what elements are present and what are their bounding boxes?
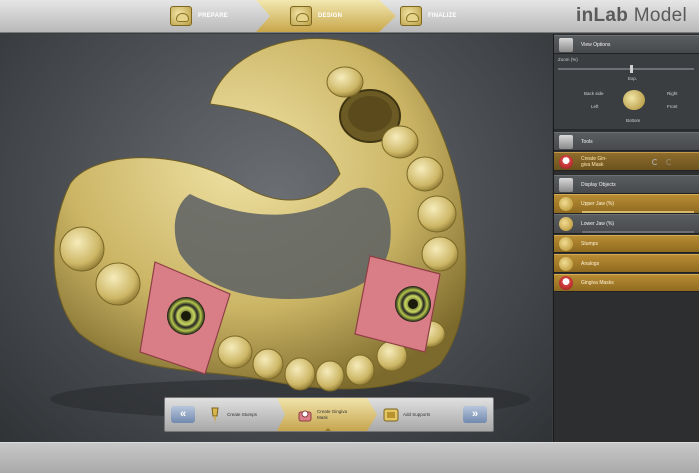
- tool-create-gingiva-label: Create Gin- giva Mask: [581, 155, 607, 168]
- brand-suffix: Model: [628, 5, 687, 26]
- view-orientation-icon[interactable]: [623, 90, 645, 110]
- phase-prepare-label: PREPARE: [198, 12, 228, 19]
- step-create-stumps-label: Create Stumps: [227, 412, 258, 417]
- gingiva-mask-step-icon: [298, 410, 312, 421]
- stumps-row[interactable]: Stumps: [554, 235, 699, 253]
- prev-step-button[interactable]: «: [171, 406, 195, 423]
- step-add-supports[interactable]: Add Supports: [383, 398, 430, 431]
- phase-design[interactable]: DESIGN: [270, 0, 390, 31]
- status-strip: [0, 442, 699, 473]
- view-bottom[interactable]: Bottom: [626, 118, 640, 123]
- zoom-value: Exp.: [628, 76, 638, 81]
- phase-prepare[interactable]: PREPARE: [170, 0, 228, 31]
- gingiva-mask-icon: [559, 154, 573, 169]
- undo-icon[interactable]: [652, 159, 658, 165]
- next-step-button[interactable]: »: [463, 406, 487, 423]
- active-step-caret: [325, 428, 331, 431]
- analogs-label: Analogs: [581, 260, 600, 267]
- step-create-gingiva-label: Create Gingiva Mask: [317, 408, 348, 420]
- view-options-label: View Options: [581, 41, 611, 48]
- tools-label: Tools: [581, 138, 593, 145]
- gingiva-masks-label: Gingiva Masks: [581, 280, 614, 286]
- stump-icon: [211, 407, 219, 423]
- gingiva-masks-row[interactable]: Gingiva Masks: [554, 274, 699, 292]
- step-add-supports-label: Add Supports: [403, 412, 431, 417]
- prepare-icon: [170, 5, 192, 26]
- zoom-slider[interactable]: [558, 65, 694, 73]
- tools-header[interactable]: Tools: [554, 132, 699, 151]
- zoom-label: Zoom (%): [558, 57, 578, 62]
- tool-create-gingiva-mask[interactable]: Create Gin- giva Mask: [554, 152, 699, 171]
- upper-jaw-label: Upper Jaw (%): [581, 201, 615, 207]
- design-icon: [290, 5, 312, 26]
- upper-jaw-slider[interactable]: [582, 211, 694, 213]
- upper-jaw-row[interactable]: Upper Jaw (%): [554, 194, 699, 214]
- phase-finalize[interactable]: FINALIZE: [400, 0, 457, 31]
- lower-jaw-icon: [559, 217, 573, 231]
- view-left[interactable]: Left: [591, 104, 599, 109]
- cube-icon: [559, 37, 573, 52]
- brand-prefix: inLab: [576, 5, 629, 26]
- supports-icon: [383, 408, 399, 421]
- step-create-stumps[interactable]: Create Stumps: [207, 398, 257, 431]
- lower-jaw-label: Lower Jaw (%): [581, 221, 615, 227]
- step-toolbar: « Create Stumps Create Gingiva Mask Add …: [164, 397, 494, 432]
- analogs-icon: [559, 256, 573, 271]
- phase-toolbar: PREPARE DESIGN FINALIZE inLab Model: [0, 0, 699, 33]
- phase-finalize-label: FINALIZE: [428, 12, 457, 19]
- view-front[interactable]: Front: [667, 104, 678, 109]
- wrench-icon: [559, 134, 573, 149]
- analogs-row[interactable]: Analogs: [554, 254, 699, 273]
- side-panel: View Options Zoom (%) Exp. Back side Rig…: [553, 34, 699, 442]
- display-objects-header[interactable]: Display Objects: [554, 175, 699, 194]
- display-objects-label: Display Objects: [581, 181, 616, 188]
- display-objects-icon: [559, 177, 573, 192]
- upper-jaw-icon: [559, 197, 573, 211]
- lower-jaw-slider[interactable]: [582, 231, 694, 233]
- lower-jaw-row[interactable]: Lower Jaw (%): [554, 214, 699, 234]
- phase-design-label: DESIGN: [318, 12, 343, 19]
- jaw-model[interactable]: [0, 34, 552, 442]
- gingiva-mask-right[interactable]: [354, 255, 441, 353]
- brand-logo: inLab Model: [576, 5, 687, 27]
- view-options-header[interactable]: View Options: [554, 35, 699, 54]
- stumps-label: Stumps: [581, 241, 598, 247]
- zoom-slider-thumb[interactable]: [630, 65, 633, 73]
- stumps-icon: [559, 237, 573, 251]
- 3d-viewport[interactable]: [0, 34, 552, 442]
- finalize-icon: [400, 5, 422, 26]
- view-back-side[interactable]: Back side: [584, 91, 604, 96]
- view-right[interactable]: Right: [667, 91, 678, 96]
- gingiva-masks-icon: [559, 276, 573, 290]
- view-options-body: Zoom (%) Exp. Back side Right Left Front…: [554, 54, 699, 130]
- redo-icon[interactable]: [666, 159, 672, 165]
- step-create-gingiva-mask[interactable]: Create Gingiva Mask: [297, 398, 347, 431]
